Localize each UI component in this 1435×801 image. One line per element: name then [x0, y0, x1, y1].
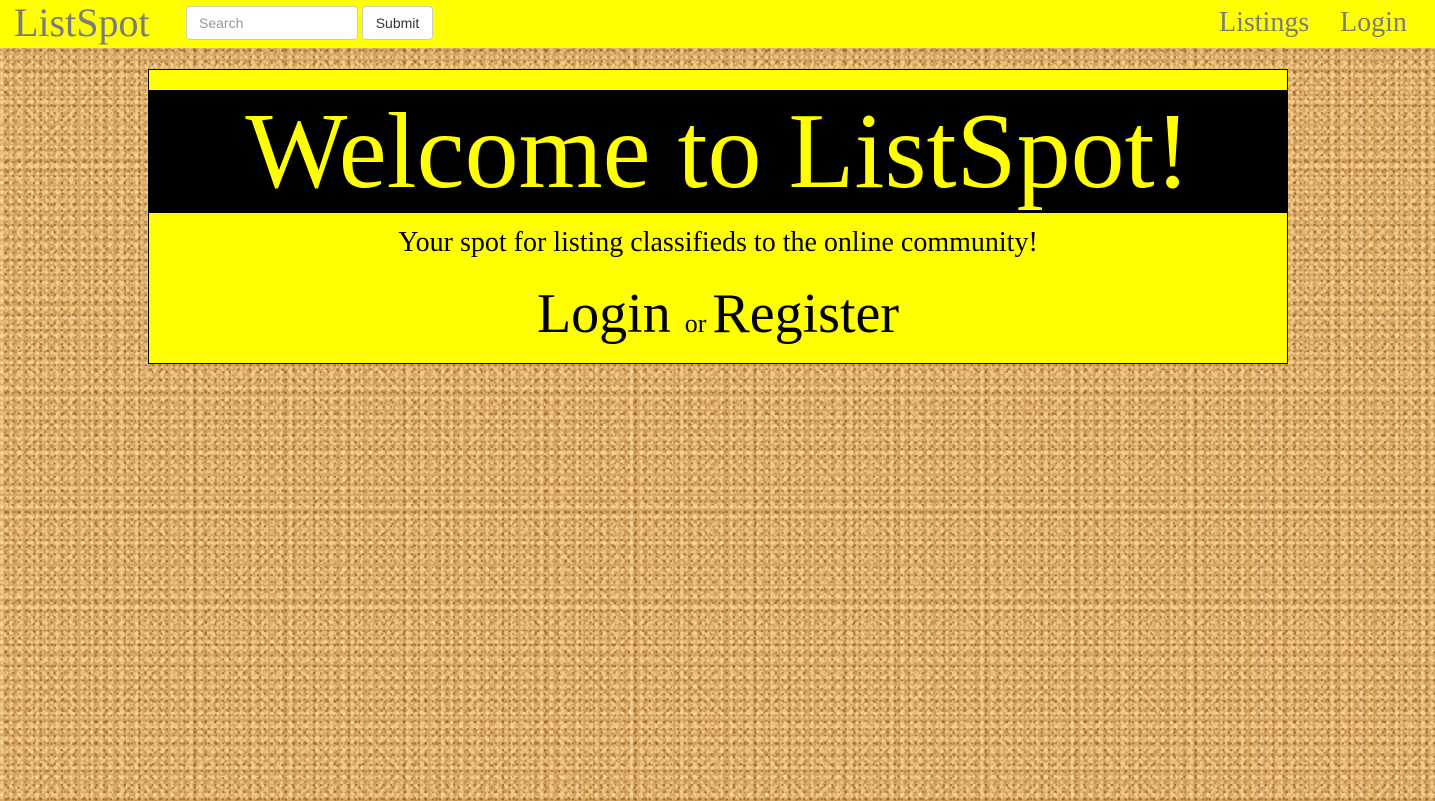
welcome-panel: Welcome to ListSpot! Your spot for listi… [148, 69, 1288, 364]
or-separator: or [684, 309, 707, 338]
welcome-banner: Welcome to ListSpot! [149, 90, 1287, 213]
welcome-title: Welcome to ListSpot! [245, 92, 1191, 211]
brand-logo-link[interactable]: ListSpot [14, 1, 150, 45]
nav-link-listings[interactable]: Listings [1219, 5, 1309, 41]
navbar: ListSpot Submit Listings Login [0, 0, 1435, 48]
tagline: Your spot for listing classifieds to the… [398, 227, 1038, 258]
submit-button[interactable]: Submit [362, 6, 433, 40]
auth-links: Login or Register [149, 282, 1287, 356]
login-link[interactable]: Login [537, 283, 671, 345]
search-input[interactable] [186, 6, 358, 40]
register-link[interactable]: Register [712, 283, 899, 345]
nav-link-login[interactable]: Login [1340, 5, 1407, 41]
